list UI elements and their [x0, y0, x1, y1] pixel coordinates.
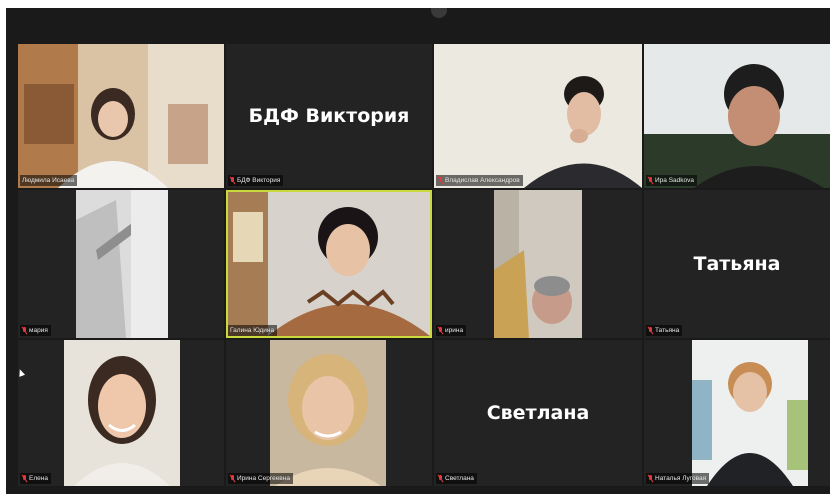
participant-name-label: Владислав Александров: [436, 175, 523, 186]
participant-name-label: Ира Sadkova: [646, 175, 698, 186]
mic-muted-icon: [438, 327, 443, 334]
participant-video: [434, 44, 642, 188]
participant-video: [644, 44, 830, 188]
participant-name-label: ирина: [436, 325, 467, 336]
mic-muted-icon: [230, 475, 235, 482]
participant-video: [228, 192, 430, 336]
top-toolbar-handle[interactable]: [431, 8, 447, 18]
participant-video: [18, 44, 224, 188]
participant-name-label: Наталья Луговая: [646, 473, 710, 484]
participant-tile[interactable]: Ирина Сергеевна: [226, 340, 432, 486]
mic-muted-icon: [230, 177, 235, 184]
participant-tile[interactable]: Ира Sadkova: [644, 44, 830, 188]
participant-video: [270, 340, 386, 486]
participant-name-label: Светлана: [436, 473, 477, 484]
participant-display-name: Татьяна: [693, 253, 781, 275]
participant-display-name: Светлана: [486, 402, 590, 424]
participant-name-label: Галина Юдина: [228, 325, 278, 336]
participant-name-label: Людмила Исаева: [20, 175, 78, 186]
participant-tile[interactable]: БДФ Виктория БДФ Виктория: [226, 44, 432, 188]
mic-muted-icon: [438, 177, 443, 184]
participant-name-label: Елена: [20, 473, 51, 484]
participant-tile[interactable]: Людмила Исаева: [18, 44, 224, 188]
mic-muted-icon: [648, 177, 653, 184]
participant-name-label: Ирина Сергеевна: [228, 473, 293, 484]
mic-muted-icon: [648, 327, 653, 334]
mic-muted-icon: [438, 475, 443, 482]
participant-video: [692, 340, 808, 486]
participant-tile[interactable]: Наталья Луговая: [644, 340, 830, 486]
participant-video: [76, 190, 168, 338]
video-gallery: Людмила Исаева БДФ Виктория БДФ Виктория…: [6, 8, 830, 494]
participant-tile-active-speaker[interactable]: Галина Юдина: [226, 190, 432, 338]
participant-tile[interactable]: ирина: [434, 190, 642, 338]
participant-tile[interactable]: Татьяна Татьяна: [644, 190, 830, 338]
participant-video: [64, 340, 180, 486]
participant-name-label: Татьяна: [646, 325, 683, 336]
participant-name-label: мария: [20, 325, 51, 336]
mic-muted-icon: [648, 475, 653, 482]
participant-display-name: БДФ Виктория: [248, 105, 410, 127]
participant-video: [494, 190, 582, 338]
participant-tile[interactable]: мария: [18, 190, 224, 338]
mic-muted-icon: [22, 327, 27, 334]
participant-tile[interactable]: Владислав Александров: [434, 44, 642, 188]
participant-name-label: БДФ Виктория: [228, 175, 284, 186]
participant-tile[interactable]: Елена: [18, 340, 224, 486]
participant-tile[interactable]: Светлана Светлана: [434, 340, 642, 486]
mic-muted-icon: [22, 475, 27, 482]
